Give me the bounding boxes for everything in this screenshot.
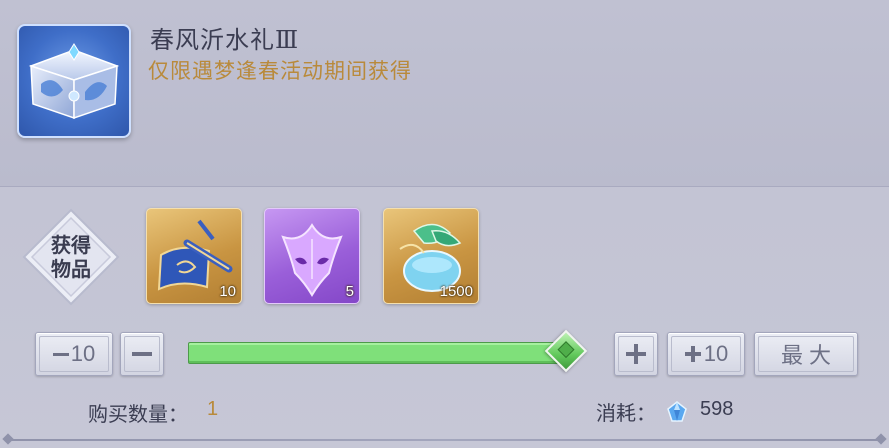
obtain-label-line2: 物品 xyxy=(51,257,91,281)
quantity-slider-handle[interactable] xyxy=(544,329,588,373)
reward-quantity: 1500 xyxy=(439,283,473,300)
plus-icon xyxy=(626,344,646,364)
max-label: 最 大 xyxy=(780,343,832,368)
cost-label: 消耗： xyxy=(596,401,656,425)
obtain-items-label: 获得 物品 xyxy=(22,208,120,306)
item-subtitle: 仅限遇梦逢春活动期间获得 xyxy=(148,59,412,83)
reward-quantity: 10 xyxy=(219,283,236,300)
plus-10-button[interactable]: 10 xyxy=(667,332,745,376)
quantity-slider-track[interactable] xyxy=(188,342,568,364)
max-button[interactable]: 最 大 xyxy=(754,332,858,376)
purchase-panel: 春风沂水礼Ⅲ 仅限遇梦逢春活动期间获得 获得 物品 10 5 1500 10 1… xyxy=(0,0,889,448)
minus-10-label: 10 xyxy=(70,341,96,366)
treasure-chest-icon xyxy=(17,24,131,138)
divider-cap-right xyxy=(875,433,887,445)
reward-quantity: 5 xyxy=(345,283,354,300)
purchase-quantity-value: 1 xyxy=(207,398,219,420)
obtain-items-badge: 获得 物品 xyxy=(22,208,120,306)
reward-item-2[interactable]: 5 xyxy=(264,208,360,304)
reward-item-3[interactable]: 1500 xyxy=(383,208,479,304)
plus-icon xyxy=(684,346,701,362)
plus-10-label: 10 xyxy=(703,341,729,366)
purchase-quantity-label: 购买数量： xyxy=(88,402,188,426)
item-title: 春风沂水礼Ⅲ xyxy=(150,26,300,54)
minus-10-button[interactable]: 10 xyxy=(35,332,113,376)
minus-icon xyxy=(52,352,69,356)
blue-crystal-icon xyxy=(667,401,687,422)
minus-icon xyxy=(132,352,152,356)
reward-item-1[interactable]: 10 xyxy=(146,208,242,304)
item-header: 春风沂水礼Ⅲ 仅限遇梦逢春活动期间获得 xyxy=(0,0,889,187)
cost-value: 598 xyxy=(700,398,734,420)
plus-1-button[interactable] xyxy=(614,332,658,376)
bottom-divider xyxy=(10,439,879,441)
minus-1-button[interactable] xyxy=(120,332,164,376)
obtain-label-line1: 获得 xyxy=(51,233,91,257)
